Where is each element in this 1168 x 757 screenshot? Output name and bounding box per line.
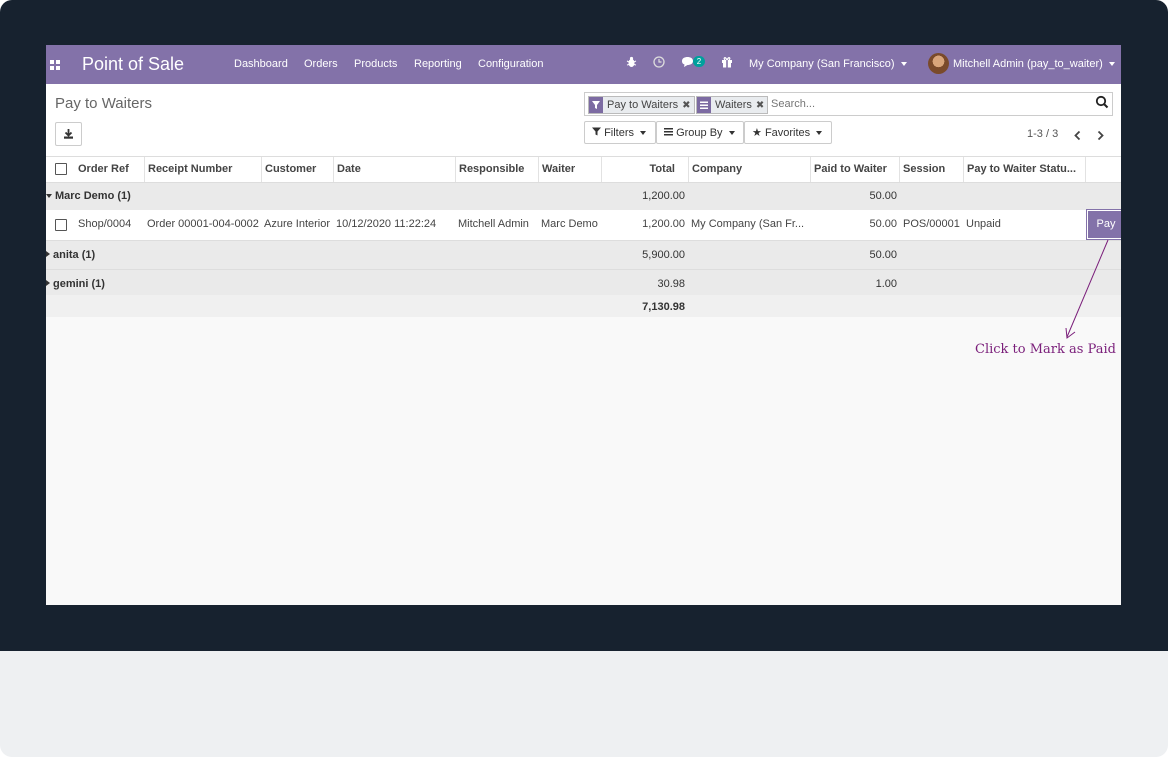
annotation-note: Click to Mark as Paid (975, 342, 1116, 357)
annotation-arrow (1065, 239, 1109, 339)
